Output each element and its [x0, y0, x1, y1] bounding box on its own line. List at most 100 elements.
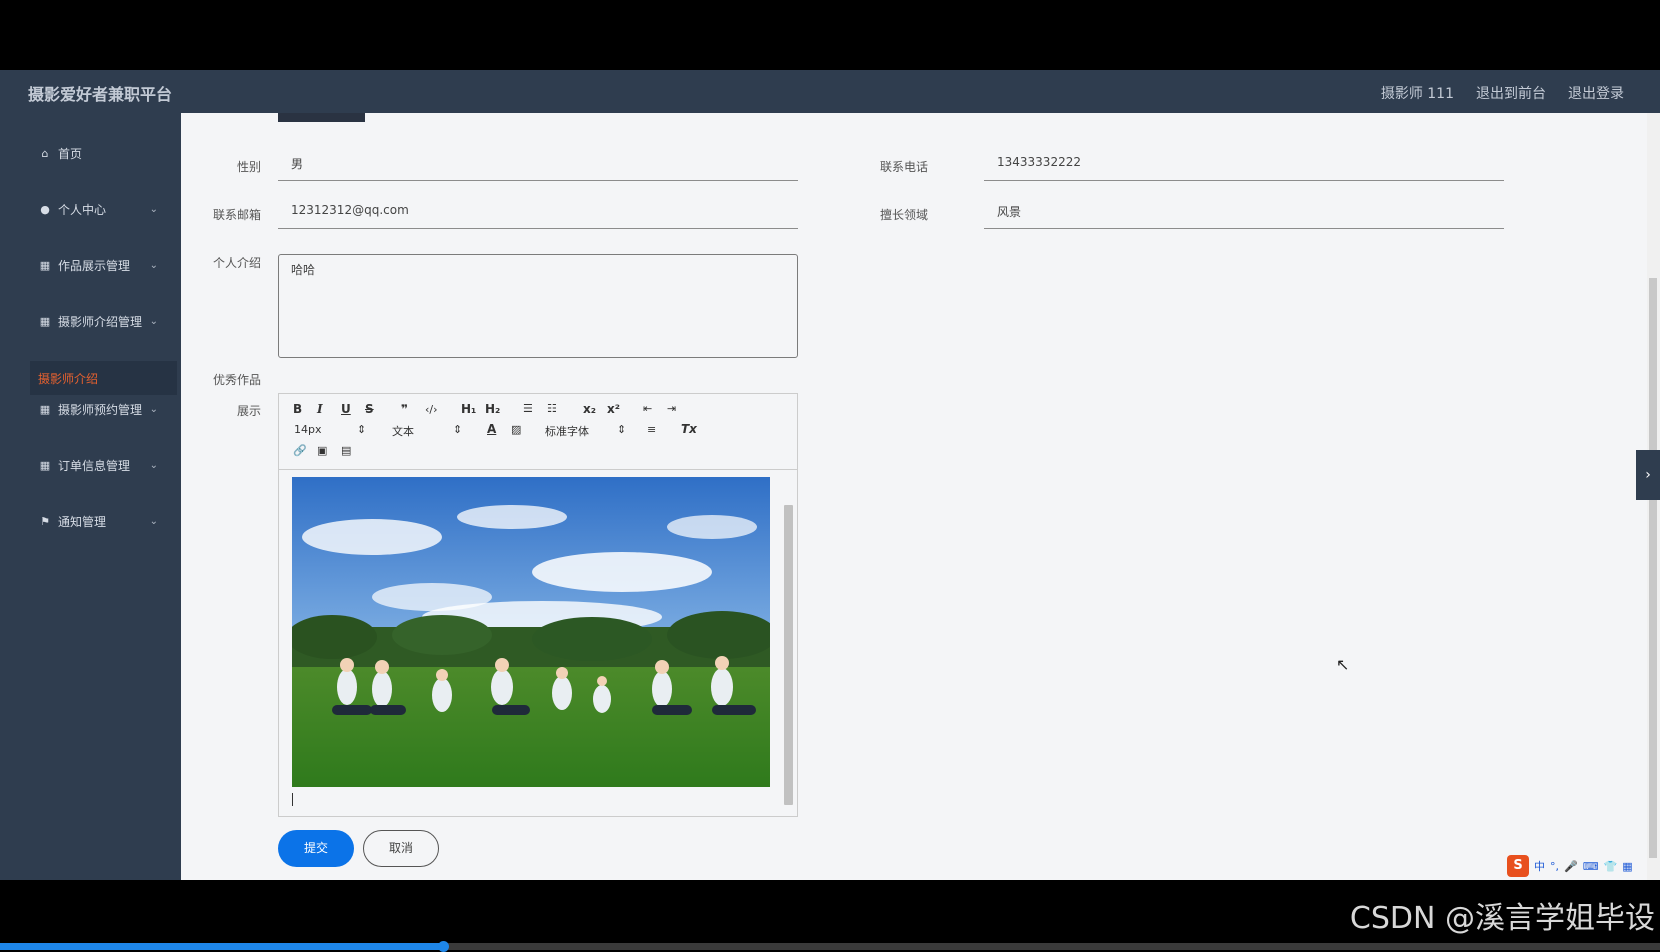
block-format-select[interactable]: 文本 [392, 423, 414, 439]
sidebar-item-label: 摄影师预约管理 [58, 402, 143, 417]
sidebar-item-home[interactable]: ⌂ 首页 [38, 143, 158, 163]
chevron-right-icon[interactable]: › [1636, 450, 1660, 500]
flag-icon: ⚑ [40, 514, 50, 528]
text-caret [292, 793, 293, 806]
sidebar-subitem-photographer-intro[interactable]: 摄影师介绍 [30, 361, 177, 395]
featured-photo [292, 477, 770, 787]
sidebar-item-photographer-intro[interactable]: ▦ 摄影师介绍管理 ⌄ [38, 311, 158, 331]
font-size-select[interactable]: 14px [294, 423, 322, 436]
gender-label: 性别 [236, 160, 261, 174]
superscript-icon[interactable]: x² [607, 402, 620, 416]
home-icon: ⌂ [41, 146, 49, 160]
avatar-image [278, 113, 365, 122]
outdent-icon[interactable]: ⇤ [643, 402, 652, 415]
chevron-down-icon: ⌄ [149, 515, 158, 527]
brand-title: 摄影爱好者兼职平台 [28, 85, 173, 104]
chevron-updown-icon: ⇕ [357, 423, 367, 436]
chevron-updown-icon: ⇕ [453, 423, 463, 436]
chevron-down-icon: ⌄ [149, 259, 158, 271]
punctuation-icon[interactable]: °, [1550, 860, 1559, 873]
works-label-2: 展示 [236, 404, 261, 418]
toolbox-icon[interactable]: ▦ [1622, 860, 1632, 873]
editor-scrollbar-thumb[interactable] [784, 505, 793, 805]
bullet-list-icon[interactable]: ☷ [547, 402, 557, 415]
sidebar-item-works[interactable]: ▦ 作品展示管理 ⌄ [38, 255, 158, 275]
main-content: 性别 男 联系电话 13433332222 联系邮箱 12312312@qq.c… [181, 113, 1647, 880]
grid-icon: ▦ [39, 314, 51, 328]
watermark-text: CSDN @溪言学姐毕设 [1349, 901, 1655, 936]
chevron-down-icon: ⌄ [149, 403, 158, 415]
submit-button[interactable]: 提交 [278, 830, 354, 867]
sidebar-item-notifications[interactable]: ⚑ 通知管理 ⌄ [38, 511, 158, 531]
image-icon[interactable]: ▣ [317, 444, 327, 457]
video-progress-knob[interactable] [438, 941, 449, 952]
current-user[interactable]: 摄影师 111 [1381, 83, 1454, 103]
sidebar-item-label: 作品展示管理 [58, 258, 131, 273]
sidebar-item-personal-center[interactable]: ● 个人中心 ⌄ [38, 199, 158, 219]
sogou-logo-icon: S [1507, 855, 1529, 877]
skin-icon[interactable]: 👕 [1604, 860, 1618, 873]
ime-toolbar[interactable]: S 中 °, 🎤 ⌨ 👕 ▦ [1507, 855, 1633, 877]
sidebar-item-label: 个人中心 [58, 202, 107, 217]
sidebar-item-orders[interactable]: ▦ 订单信息管理 ⌄ [38, 455, 158, 475]
intro-label: 个人介绍 [212, 256, 261, 270]
heading1-icon[interactable]: H₁ [461, 402, 476, 416]
chevron-down-icon: ⌄ [149, 315, 158, 327]
subscript-icon[interactable]: x₂ [583, 402, 596, 416]
chevron-updown-icon: ⇕ [617, 423, 627, 436]
grid-icon: ▦ [39, 458, 51, 472]
sidebar-item-label: 摄影师介绍管理 [58, 314, 143, 329]
phone-field[interactable]: 13433332222 [984, 145, 1504, 181]
page-scrollbar-thumb[interactable] [1649, 278, 1657, 858]
italic-icon[interactable]: I [317, 402, 323, 416]
ordered-list-icon[interactable]: ☰ [523, 402, 533, 415]
intro-textarea[interactable]: 哈哈 [278, 254, 798, 358]
video-icon[interactable]: ▤ [341, 444, 351, 457]
background-color-icon[interactable]: ▨ [511, 423, 521, 436]
heading2-icon[interactable]: H₂ [485, 402, 500, 416]
chevron-down-icon: ⌄ [149, 203, 158, 215]
code-block-icon[interactable]: ‹/› [425, 403, 438, 416]
app-screen: 摄影爱好者兼职平台 摄影师 111 退出到前台 退出登录 ⌂ 首页 ● 个人中心… [0, 70, 1660, 880]
link-icon[interactable]: 🔗 [293, 444, 307, 457]
microphone-icon[interactable]: 🎤 [1564, 860, 1578, 873]
bold-icon[interactable]: B [293, 402, 302, 416]
align-icon[interactable]: ≡ [647, 423, 656, 436]
grid-icon: ▦ [39, 258, 51, 272]
keyboard-icon[interactable]: ⌨ [1583, 860, 1599, 873]
clear-format-icon[interactable]: Tx [681, 422, 697, 436]
sidebar-item-label: 订单信息管理 [58, 458, 131, 473]
underline-icon[interactable]: U [341, 402, 351, 416]
top-navbar: 摄影爱好者兼职平台 摄影师 111 退出到前台 退出登录 [0, 70, 1660, 113]
specialty-field[interactable]: 风景 [984, 193, 1504, 229]
rich-text-editor: B I U S ❞ ‹/› H₁ H₂ ☰ ☷ x₂ x² ⇤ ⇥ 14px ⇕… [278, 393, 798, 817]
logout-link[interactable]: 退出登录 [1568, 83, 1624, 103]
font-color-icon[interactable]: A [487, 422, 496, 436]
font-family-select[interactable]: 标准字体 [545, 423, 589, 439]
gender-field[interactable]: 男 [278, 145, 798, 181]
sidebar-item-appointments[interactable]: ▦ 摄影师预约管理 ⌄ [38, 399, 158, 419]
user-icon: ● [40, 202, 50, 216]
editor-toolbar: B I U S ❞ ‹/› H₁ H₂ ☰ ☷ x₂ x² ⇤ ⇥ 14px ⇕… [279, 394, 797, 470]
email-field[interactable]: 12312312@qq.com [278, 193, 798, 229]
chevron-down-icon: ⌄ [149, 459, 158, 471]
specialty-label: 擅长领域 [879, 208, 928, 222]
exit-to-front-link[interactable]: 退出到前台 [1476, 83, 1546, 103]
video-progress-fill [0, 943, 443, 950]
works-label: 优秀作品 [212, 373, 261, 387]
video-progress-bar[interactable] [0, 941, 1660, 952]
mouse-cursor-icon: ↖ [1336, 655, 1350, 674]
cancel-button[interactable]: 取消 [363, 830, 439, 867]
top-right-links: 摄影师 111 退出到前台 退出登录 [1381, 83, 1624, 103]
indent-icon[interactable]: ⇥ [667, 402, 676, 415]
grid-icon: ▦ [39, 402, 51, 416]
editor-body[interactable] [279, 471, 797, 816]
email-label: 联系邮箱 [212, 208, 261, 222]
editor-scrollbar[interactable] [781, 471, 795, 816]
sidebar-item-label: 通知管理 [58, 514, 107, 529]
strikethrough-icon[interactable]: S [365, 402, 374, 416]
sidebar: ⌂ 首页 ● 个人中心 ⌄ ▦ 作品展示管理 ⌄ ▦ 摄影师介绍管理 ⌄ 摄影师… [0, 113, 181, 880]
phone-label: 联系电话 [879, 160, 928, 174]
ime-mode-label[interactable]: 中 [1534, 858, 1545, 874]
blockquote-icon[interactable]: ❞ [401, 402, 408, 416]
